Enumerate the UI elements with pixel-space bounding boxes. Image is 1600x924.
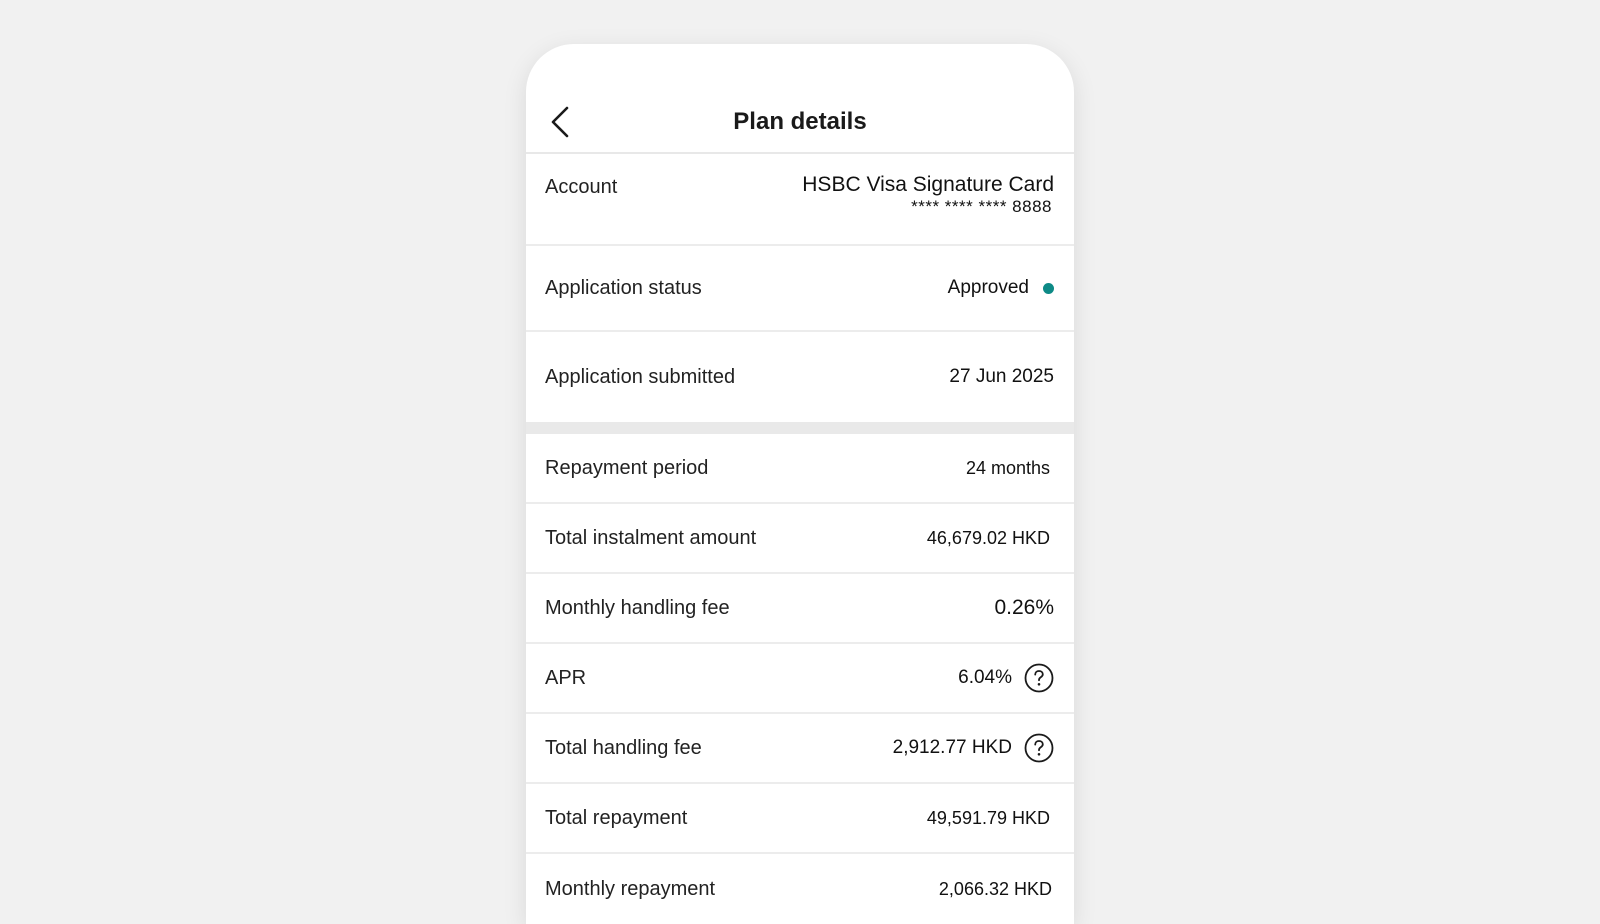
section-divider [526, 422, 1074, 434]
apr-label: APR [545, 666, 587, 689]
application-submitted-row: Application submitted 27 Jun 2025 [526, 332, 1074, 422]
status-text: Approved [947, 277, 1029, 298]
monthly-repayment-label: Monthly repayment [545, 877, 716, 900]
monthly-repayment-value: 2,066.32 HKD [938, 878, 1052, 899]
total-fee-label: Total handling fee [545, 736, 702, 759]
status-badge [1043, 282, 1054, 294]
monthly-repayment-row: Monthly repayment 2,066.32 HKD [526, 854, 1074, 924]
repayment-period-label: Repayment period [545, 456, 709, 479]
total-repayment-label: Total repayment [545, 806, 688, 829]
repayment-period-value: 24 months [965, 457, 1050, 478]
page-title: Plan details [733, 108, 867, 135]
total-handling-fee-row: Total handling fee 2,912.77 HKD [526, 714, 1074, 784]
account-row: Account HSBC Visa Signature Card **** **… [526, 154, 1074, 246]
total-fee-help-button[interactable] [1024, 733, 1054, 763]
total-repayment-row: Total repayment 49,591.79 HKD [526, 784, 1074, 854]
total-fee-text: 2,912.77 HKD [892, 737, 1012, 758]
question-circle-icon [1024, 663, 1054, 693]
top-bar: Plan details [526, 44, 1074, 154]
application-status-row: Application status Approved [526, 246, 1074, 332]
submitted-value: 27 Jun 2025 [949, 366, 1054, 387]
status-label: Application status [545, 276, 702, 299]
monthly-handling-fee-row: Monthly handling fee 0.26% [526, 574, 1074, 644]
monthly-fee-label: Monthly handling fee [545, 596, 730, 619]
total-instalment-value: 46,679.02 HKD [926, 527, 1050, 548]
apr-text: 6.04% [958, 667, 1012, 688]
apr-row: APR 6.04% [526, 644, 1074, 714]
status-value: Approved [948, 277, 1054, 299]
question-circle-icon [1024, 733, 1054, 763]
apr-value: 6.04% [958, 663, 1054, 693]
submitted-label: Application submitted [545, 365, 736, 388]
phone-screen: Plan details Account HSBC Visa Signature… [526, 44, 1074, 924]
total-repayment-value: 49,591.79 HKD [926, 807, 1050, 828]
total-instalment-label: Total instalment amount [545, 526, 757, 549]
monthly-fee-value: 0.26% [994, 596, 1054, 619]
card-number: **** **** **** 8888 [911, 197, 1052, 217]
account-value: HSBC Visa Signature Card **** **** **** … [802, 172, 1054, 218]
account-label: Account [545, 176, 618, 198]
total-fee-value: 2,912.77 HKD [893, 733, 1054, 763]
apr-help-button[interactable] [1024, 663, 1054, 693]
total-instalment-row: Total instalment amount 46,679.02 HKD [526, 504, 1074, 574]
card-name: HSBC Visa Signature Card [802, 173, 1054, 196]
repayment-period-row: Repayment period 24 months [526, 434, 1074, 504]
